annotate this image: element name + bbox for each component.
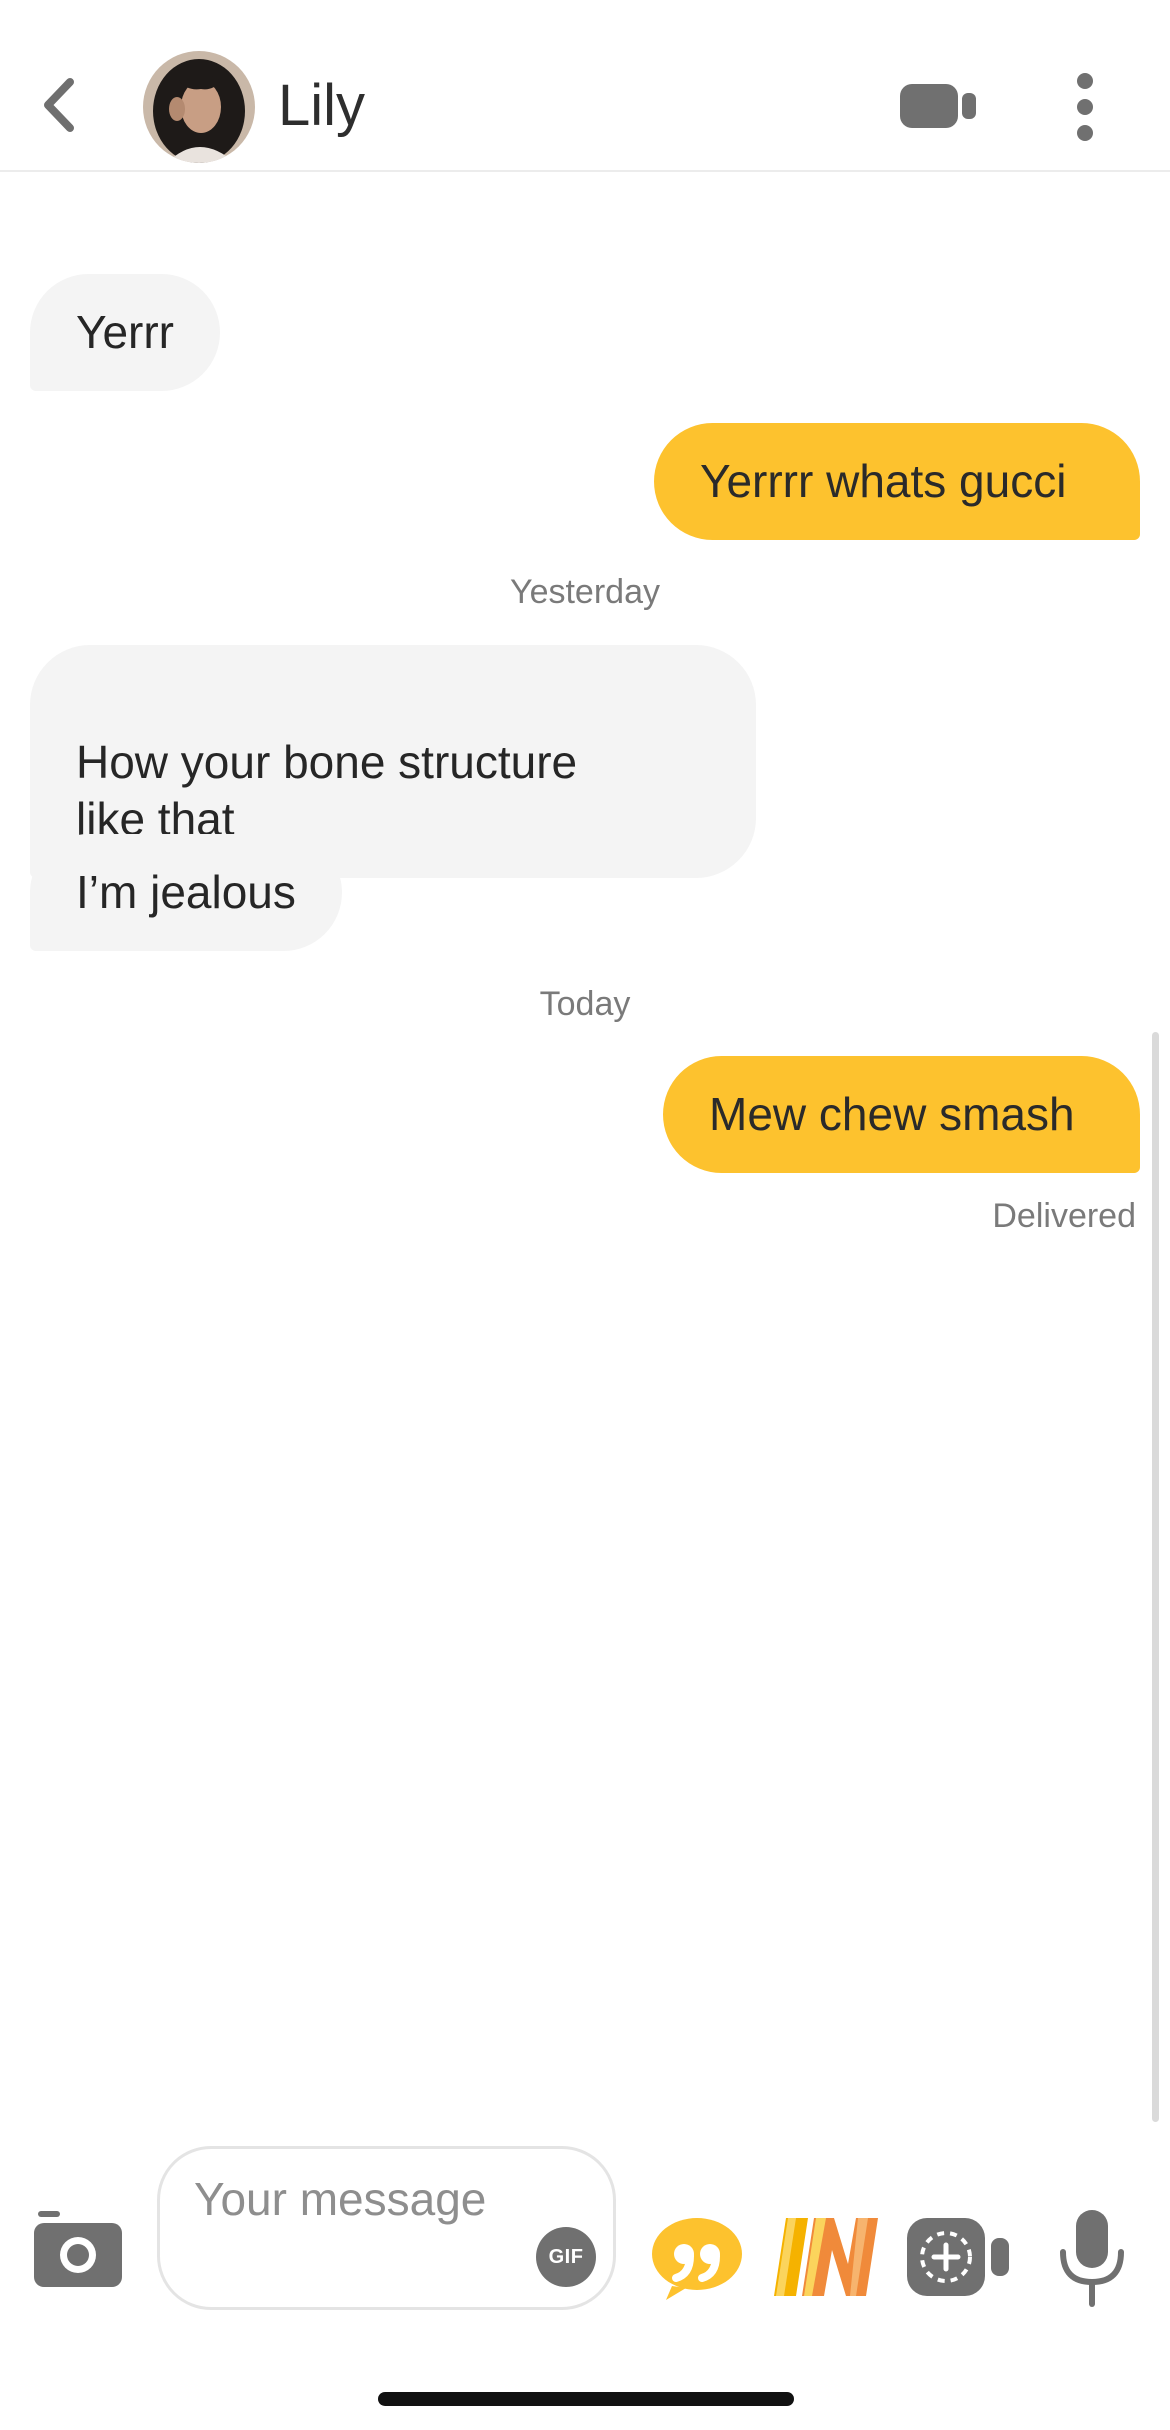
contact-avatar[interactable] xyxy=(143,51,255,163)
delivery-status: Delivered xyxy=(992,1197,1136,1235)
scrollbar[interactable] xyxy=(1152,1032,1159,2122)
more-vertical-icon xyxy=(1077,73,1093,141)
in-feature-button[interactable] xyxy=(772,2212,884,2300)
quote-button[interactable] xyxy=(650,2216,744,2300)
avatar-photo xyxy=(143,51,255,163)
gif-button[interactable]: GIF xyxy=(536,2227,596,2287)
contact-name[interactable]: Lily xyxy=(278,71,365,141)
microphone-icon xyxy=(1060,2210,1124,2307)
chat-header: Lily xyxy=(0,0,1170,172)
quote-icon xyxy=(652,2218,742,2300)
camera-icon xyxy=(34,2211,122,2287)
message-bubble-incoming[interactable]: Yerrr xyxy=(30,274,220,391)
video-camera-icon xyxy=(900,84,976,128)
message-input-box[interactable]: GIF xyxy=(157,2146,616,2310)
message-bubble-outgoing[interactable]: Mew chew smash xyxy=(663,1056,1140,1173)
camera-button[interactable] xyxy=(28,2203,128,2295)
back-button[interactable] xyxy=(30,60,100,150)
message-bubble-outgoing[interactable]: Yerrrr whats gucci xyxy=(654,423,1140,540)
message-input[interactable] xyxy=(194,2171,514,2291)
chat-screen: Lily Yerrr Yerrrr whats gucci Yesterday … xyxy=(0,0,1170,2430)
message-text: Mew chew smash xyxy=(709,1088,1075,1140)
in-icon xyxy=(774,2218,878,2296)
date-separator: Yesterday xyxy=(510,573,660,611)
message-bubble-incoming[interactable]: I’m jealous xyxy=(30,834,342,951)
video-note-icon xyxy=(907,2218,1009,2296)
home-indicator xyxy=(378,2392,794,2406)
date-separator: Today xyxy=(539,985,631,1023)
microphone-button[interactable] xyxy=(1057,2208,1127,2308)
video-call-button[interactable] xyxy=(896,78,980,134)
more-options-button[interactable] xyxy=(1066,72,1104,142)
message-text: I’m jealous xyxy=(76,866,296,918)
message-text: Yerrrr whats gucci xyxy=(700,455,1067,507)
video-note-button[interactable] xyxy=(905,2216,1015,2298)
chevron-left-icon xyxy=(44,78,74,132)
message-text: How your bone structure like that xyxy=(76,736,578,845)
message-text: Yerrr xyxy=(76,306,174,358)
